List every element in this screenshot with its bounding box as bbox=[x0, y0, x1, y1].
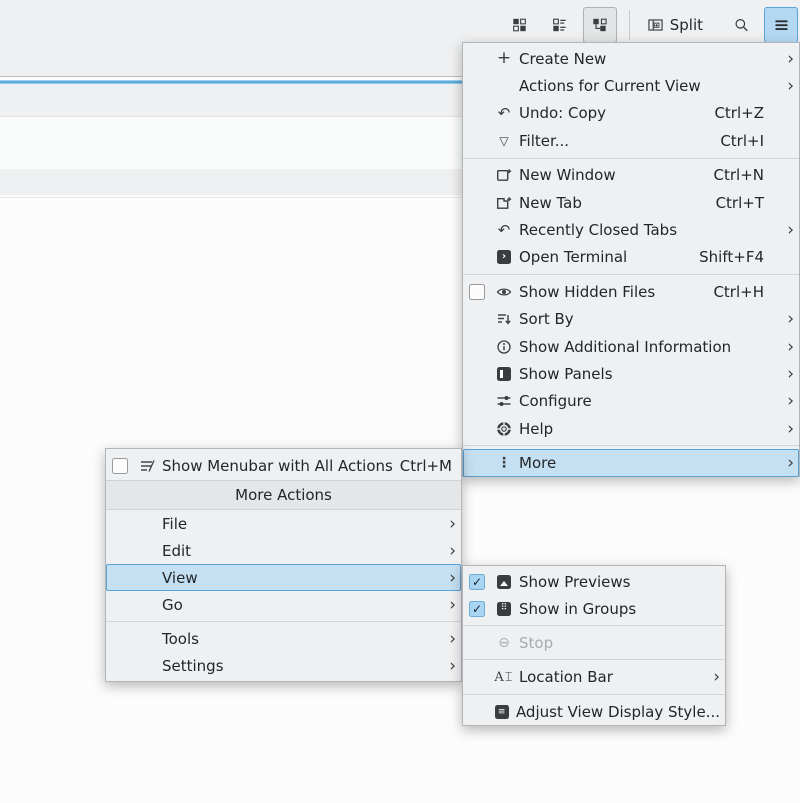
adjust-view-icon: ≡ bbox=[495, 705, 509, 719]
menu-item-show-in-groups[interactable]: ✓ ⠿ Show in Groups bbox=[463, 595, 725, 622]
menu-separator bbox=[463, 274, 799, 275]
submenu-arrow-icon: › bbox=[438, 568, 456, 588]
icons-view-icon bbox=[511, 17, 528, 34]
recently-closed-tabs-icon: ↶ bbox=[496, 222, 513, 239]
location-bar-icon: A⌶ bbox=[496, 669, 513, 686]
menu-item-recently-closed-tabs[interactable]: ↶ Recently Closed Tabs › bbox=[463, 216, 799, 243]
menu-item-create-new[interactable]: + Create New › bbox=[463, 45, 799, 72]
menu-item-go[interactable]: Go › bbox=[106, 591, 461, 618]
menu-item-sort-by[interactable]: Sort By › bbox=[463, 306, 799, 333]
submenu-arrow-icon: › bbox=[776, 76, 794, 96]
menu-item-view[interactable]: View › bbox=[106, 564, 461, 591]
menu-item-show-menubar[interactable]: Show Menubar with All Actions Ctrl+M bbox=[106, 451, 461, 480]
shortcut: Ctrl+H bbox=[713, 283, 794, 301]
submenu-arrow-icon: › bbox=[438, 541, 456, 561]
menu-item-actions-for-current-view[interactable]: Actions for Current View › bbox=[463, 72, 799, 99]
submenu-arrow-icon: › bbox=[776, 49, 794, 69]
hamburger-dropdown-menu: + Create New › Actions for Current View … bbox=[462, 42, 800, 477]
menu-separator bbox=[463, 659, 725, 660]
shortcut: Ctrl+T bbox=[716, 194, 794, 212]
menu-item-location-bar[interactable]: A⌶ Location Bar › bbox=[463, 663, 725, 691]
menu-item-tools[interactable]: Tools › bbox=[106, 625, 461, 652]
view-submenu: ✓ Show Previews ✓ ⠿ Show in Groups ⊖ Sto… bbox=[462, 565, 726, 726]
tree-view-button[interactable] bbox=[583, 7, 617, 43]
submenu-arrow-icon: › bbox=[438, 595, 456, 615]
menubar-icon bbox=[139, 457, 156, 474]
search-button[interactable] bbox=[724, 7, 758, 43]
submenu-arrow-icon: › bbox=[438, 629, 456, 649]
menu-section-header: More Actions bbox=[106, 480, 461, 510]
undo-icon: ↶ bbox=[496, 105, 513, 122]
configure-icon bbox=[496, 393, 513, 410]
menu-separator bbox=[106, 621, 461, 622]
panels-icon bbox=[497, 367, 511, 381]
menu-item-show-panels[interactable]: Show Panels › bbox=[463, 360, 799, 387]
filter-icon: ▽ bbox=[496, 132, 513, 149]
eye-icon bbox=[496, 283, 513, 300]
hamburger-menu-button[interactable] bbox=[764, 7, 798, 43]
help-icon bbox=[496, 420, 513, 437]
menu-separator bbox=[463, 625, 725, 626]
submenu-arrow-icon: › bbox=[776, 220, 794, 240]
details-view-icon bbox=[551, 17, 568, 34]
toolbar-separator bbox=[629, 10, 630, 40]
icons-view-button[interactable] bbox=[503, 7, 537, 43]
split-button[interactable]: Split bbox=[642, 7, 708, 43]
menu-item-open-terminal[interactable]: › Open Terminal Shift+F4 bbox=[463, 244, 799, 271]
submenu-arrow-icon: › bbox=[438, 656, 456, 676]
checkbox-checked[interactable]: ✓ bbox=[469, 601, 485, 617]
checkbox-unchecked[interactable] bbox=[112, 458, 128, 474]
menu-item-show-previews[interactable]: ✓ Show Previews bbox=[463, 568, 725, 595]
tree-view-icon bbox=[591, 17, 608, 34]
menu-item-filter[interactable]: ▽ Filter... Ctrl+I bbox=[463, 127, 799, 154]
menu-item-file[interactable]: File › bbox=[106, 510, 461, 537]
submenu-arrow-icon: › bbox=[438, 514, 456, 534]
submenu-arrow-icon: › bbox=[776, 309, 794, 329]
menu-item-adjust-view-display-style[interactable]: ≡ Adjust View Display Style... bbox=[463, 698, 725, 726]
menu-separator bbox=[463, 445, 799, 446]
menu-item-settings[interactable]: Settings › bbox=[106, 652, 461, 679]
more-actions-submenu: Show Menubar with All Actions Ctrl+M Mor… bbox=[105, 448, 462, 682]
shortcut: Ctrl+M bbox=[400, 457, 456, 475]
submenu-arrow-icon: › bbox=[776, 337, 794, 357]
checkbox-unchecked[interactable] bbox=[469, 284, 485, 300]
submenu-arrow-icon: › bbox=[776, 419, 794, 439]
new-window-icon bbox=[496, 167, 513, 184]
search-icon bbox=[733, 17, 750, 34]
hamburger-icon bbox=[773, 17, 790, 34]
shortcut: Ctrl+I bbox=[720, 132, 794, 150]
info-icon bbox=[496, 338, 513, 355]
menu-item-show-hidden-files[interactable]: Show Hidden Files Ctrl+H bbox=[463, 278, 799, 305]
groups-icon: ⠿ bbox=[497, 602, 511, 616]
more-icon: ⋮ bbox=[496, 455, 513, 472]
details-view-button[interactable] bbox=[543, 7, 577, 43]
menu-item-more[interactable]: ⋮ More › bbox=[463, 449, 799, 476]
menu-item-stop: ⊖ Stop bbox=[463, 629, 725, 656]
menu-item-undo[interactable]: ↶ Undo: Copy Ctrl+Z bbox=[463, 100, 799, 127]
plus-icon: + bbox=[496, 50, 513, 67]
shortcut: Ctrl+N bbox=[714, 166, 794, 184]
split-button-label: Split bbox=[670, 16, 703, 34]
submenu-arrow-icon: › bbox=[776, 391, 794, 411]
checkbox-checked[interactable]: ✓ bbox=[469, 574, 485, 590]
shortcut: Ctrl+Z bbox=[714, 104, 794, 122]
menu-item-help[interactable]: Help › bbox=[463, 415, 799, 442]
stop-icon: ⊖ bbox=[496, 634, 513, 651]
split-icon bbox=[647, 17, 664, 34]
menu-separator bbox=[463, 694, 725, 695]
preview-icon bbox=[497, 575, 511, 589]
sort-icon bbox=[496, 311, 513, 328]
menu-item-configure[interactable]: Configure › bbox=[463, 388, 799, 415]
new-tab-icon bbox=[496, 194, 513, 211]
shortcut: Shift+F4 bbox=[699, 248, 794, 266]
menu-separator bbox=[463, 158, 799, 159]
menu-item-new-window[interactable]: New Window Ctrl+N bbox=[463, 162, 799, 189]
menu-item-edit[interactable]: Edit › bbox=[106, 537, 461, 564]
menu-item-new-tab[interactable]: New Tab Ctrl+T bbox=[463, 189, 799, 216]
submenu-arrow-icon: › bbox=[776, 364, 794, 384]
menu-item-show-additional-information[interactable]: Show Additional Information › bbox=[463, 333, 799, 360]
submenu-arrow-icon: › bbox=[702, 667, 720, 687]
submenu-arrow-icon: › bbox=[776, 453, 794, 473]
terminal-icon: › bbox=[497, 250, 511, 264]
